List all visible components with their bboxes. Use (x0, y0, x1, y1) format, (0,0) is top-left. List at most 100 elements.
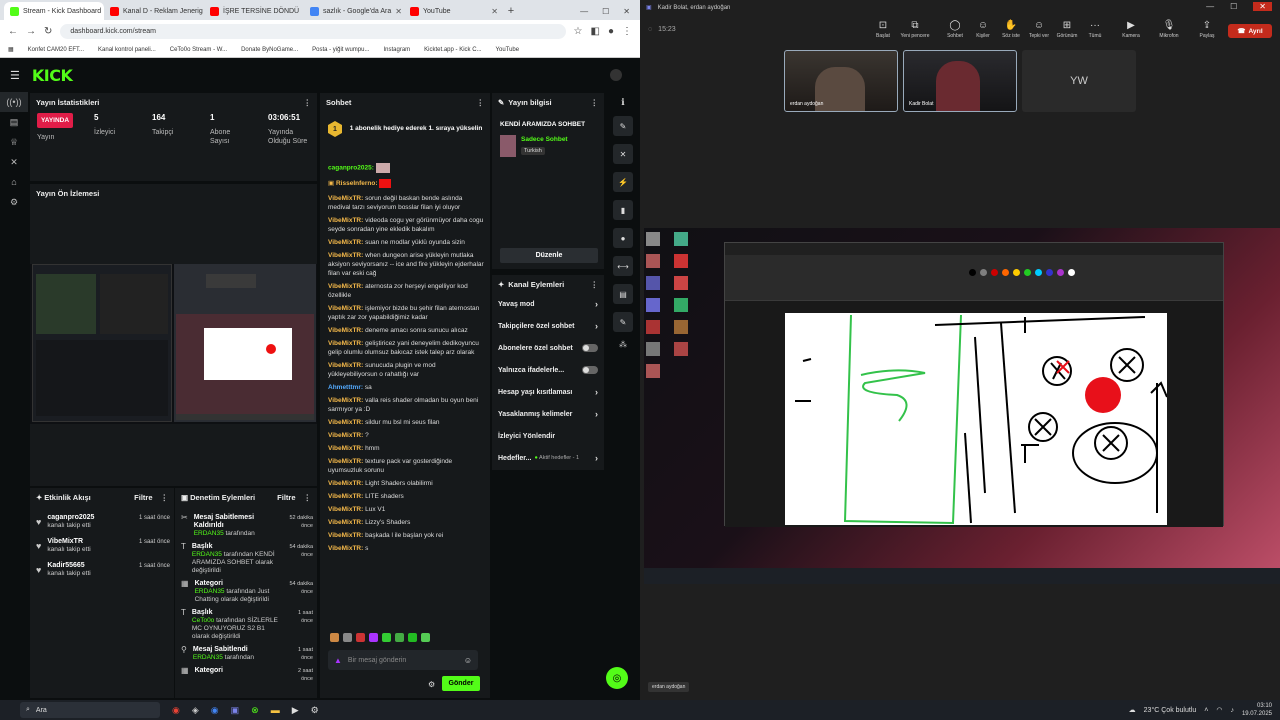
bookmark-1[interactable]: Konfet CAM20 EFT... (28, 47, 84, 53)
tab-kanal-d[interactable]: Kanal D - Reklam Jenerig✕ (104, 2, 204, 20)
emote-button[interactable] (343, 633, 352, 642)
emote-button[interactable] (330, 633, 339, 642)
tab-isre[interactable]: İŞRE TERSİNE DÖNDÜ✕ (204, 2, 304, 20)
close-window-icon[interactable]: ✕ (623, 7, 630, 16)
support-chat-icon[interactable]: ◎ (606, 667, 628, 689)
stream-nav-icon[interactable]: ((•)) (0, 92, 28, 112)
settings-app-icon[interactable]: ⚙ (311, 705, 319, 716)
edit-tool-icon[interactable]: ✎ (613, 116, 633, 136)
maximize-icon[interactable]: ☐ (602, 7, 609, 16)
emote-button[interactable] (408, 633, 417, 642)
teams-app-icon[interactable]: ▣ (231, 705, 240, 716)
share-button[interactable]: ⇪ Paylaş (1192, 20, 1222, 39)
community-nav-icon[interactable]: ✕ (0, 152, 28, 172)
taskbar-search[interactable]: ⌕ Ara (20, 702, 160, 718)
back-icon[interactable]: ← (8, 26, 18, 37)
audit-filter-button[interactable]: Filtre (277, 493, 295, 502)
new-window-button[interactable]: ⧉ Yeni pencere (900, 20, 930, 39)
bookmark-4[interactable]: Donate ByNoGame... (241, 47, 298, 53)
media-player-icon[interactable]: ▶ (292, 705, 299, 716)
camera-button[interactable]: ▶ Kamera (1116, 20, 1146, 39)
menu-icon[interactable]: ⋮ (622, 26, 632, 37)
raise-hand-button[interactable]: ✋ Söz iste (996, 20, 1026, 39)
more-button[interactable]: ··· Tümü (1080, 20, 1110, 39)
chat-menu-icon[interactable]: ⋮ (477, 98, 485, 107)
edit-button[interactable]: Düzenle (500, 248, 598, 263)
paint-canvas[interactable] (785, 313, 1168, 525)
emoji-icon[interactable]: ☺ (464, 656, 472, 665)
emote-button[interactable] (395, 633, 404, 642)
emotes-only-toggle[interactable] (582, 366, 598, 374)
chat-tool-icon[interactable]: ● (613, 228, 633, 248)
minimize-icon[interactable]: — (580, 7, 588, 16)
tab-google[interactable]: sazlık - Google'da Ara ✕ (304, 2, 404, 20)
view-button[interactable]: ⊞ Görünüm (1052, 20, 1082, 39)
more-tools-icon[interactable]: ⁂ (619, 340, 627, 349)
bookmark-3[interactable]: CeTo0o Stream - W... (170, 47, 227, 53)
chat-input[interactable]: ▲ Bir mesaj gönderin ☺ (328, 650, 478, 670)
category-name[interactable]: Sadece Sohbet (521, 136, 568, 143)
close-window-icon[interactable]: ✕ (1253, 2, 1272, 11)
stats-menu-icon[interactable]: ⋮ (304, 98, 312, 107)
chat-settings-icon[interactable]: ⚙ (428, 680, 435, 689)
library-nav-icon[interactable]: ▤ (0, 112, 28, 132)
shared-screen[interactable] (644, 228, 1280, 584)
pinned-banner[interactable]: 1 1 abonelik hediye ederek 1. sıraya yük… (328, 117, 484, 141)
wifi-icon[interactable]: ◠ (1216, 706, 1222, 714)
mic-button[interactable]: 🎙 Mikrofon (1154, 20, 1184, 39)
extensions-icon[interactable]: ◧ (591, 26, 600, 37)
maximize-icon[interactable]: ☐ (1230, 2, 1237, 11)
weather-text[interactable]: 23°C Çok bulutlu (1144, 707, 1197, 714)
start-button[interactable]: ⊡ Başlat (868, 20, 898, 39)
preview-video[interactable] (30, 264, 317, 424)
file-explorer-icon[interactable]: ▬ (271, 705, 280, 715)
close-tab-icon[interactable]: ✕ (491, 7, 498, 16)
chat-button[interactable]: ◯ Sohbet (940, 20, 970, 39)
raid-item[interactable]: İzleyici Yönlendir (492, 425, 604, 447)
kick-logo[interactable]: KICK (32, 66, 73, 85)
trophy-nav-icon[interactable]: ♕ (0, 132, 28, 152)
participant-tile[interactable]: Kadir Bolat (903, 50, 1017, 112)
react-button[interactable]: ☺ Tepki ver (1024, 20, 1054, 39)
apps-icon[interactable]: ▦ (8, 46, 14, 53)
user-avatar[interactable] (610, 69, 622, 81)
emote-button[interactable] (356, 633, 365, 642)
goals-item[interactable]: Hedefler... ● Aktif hedefler - 1 › (492, 447, 604, 469)
bookmark-8[interactable]: YouTube (496, 47, 520, 53)
audit-menu-icon[interactable]: ⋮ (304, 493, 312, 502)
bookmark-star-icon[interactable]: ☆ (574, 26, 583, 37)
tab-youtube[interactable]: YouTube ✕ (404, 2, 504, 20)
layers-tool-icon[interactable]: ▤ (613, 284, 633, 304)
stream-info-menu-icon[interactable]: ⋮ (591, 98, 599, 107)
broadcast-nav-icon[interactable]: ⌂ (0, 172, 28, 192)
emote-button[interactable] (369, 633, 378, 642)
volume-icon[interactable]: ♪ (1230, 707, 1234, 714)
subs-only-item[interactable]: Abonelere özel sohbet (492, 337, 604, 359)
activity-filter-button[interactable]: Filtre (134, 493, 152, 502)
bookmark-5[interactable]: Posta - yiğit wumpu... (312, 47, 369, 53)
clip-tool-icon[interactable]: ▮ (613, 200, 633, 220)
subs-only-toggle[interactable] (582, 344, 598, 352)
url-input[interactable]: dashboard.kick.com/stream (60, 23, 566, 39)
followers-only-item[interactable]: Takipçilere özel sohbet › (492, 315, 604, 337)
people-button[interactable]: ☺ Kişiler (968, 20, 998, 39)
emote-button[interactable] (382, 633, 391, 642)
chrome-icon[interactable]: ◉ (172, 705, 180, 716)
tab-kick-dashboard[interactable]: Stream - Kick Dashboard✕ (4, 2, 104, 20)
participant-tile[interactable]: erdan aydoğan (784, 50, 898, 112)
reload-icon[interactable]: ↻ (44, 26, 52, 37)
forward-icon[interactable]: → (26, 26, 36, 37)
account-age-item[interactable]: Hesap yaşı kısıtlaması › (492, 381, 604, 403)
profile-icon[interactable]: ● (608, 26, 614, 37)
chrome-profile-icon[interactable]: ◉ (211, 705, 219, 716)
clock[interactable]: 03:10 19.07.2025 (1242, 702, 1272, 718)
link-tool-icon[interactable]: ⟷ (613, 256, 633, 276)
wrench-tool-icon[interactable]: ✎ (613, 312, 633, 332)
info-circle-icon[interactable]: ℹ (621, 97, 624, 108)
send-button[interactable]: Gönder (442, 676, 480, 691)
app-icon[interactable]: ◈ (192, 705, 199, 716)
slow-mode-item[interactable]: Yavaş mod › (492, 293, 604, 315)
channel-actions-menu-icon[interactable]: ⋮ (591, 280, 599, 289)
participant-tile[interactable]: YW (1022, 50, 1136, 112)
close-tab-icon[interactable]: ✕ (395, 7, 402, 16)
